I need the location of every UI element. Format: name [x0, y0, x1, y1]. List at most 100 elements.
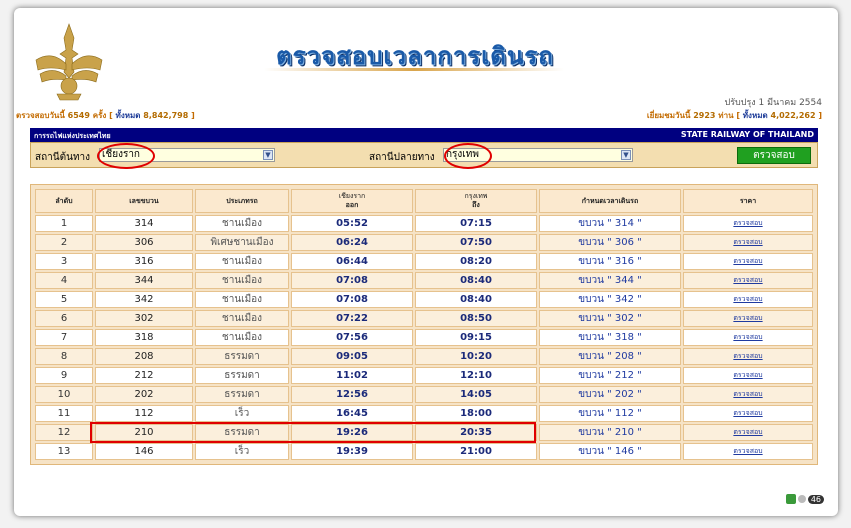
origin-label: สถานีต้นทาง: [35, 152, 91, 163]
chevron-down-icon[interactable]: ▼: [621, 150, 631, 160]
status-dot-icon: [797, 495, 806, 503]
cell-schedule-link[interactable]: ขบวน " 318 ": [539, 329, 681, 346]
cell-seq: 13: [35, 443, 93, 460]
last-updated: ปรับปรุง 1 มีนาคม 2554: [724, 98, 822, 108]
visitors-unit: ท่าน: [718, 111, 734, 120]
cell-train-no: 208: [95, 348, 193, 365]
org-name-english: STATE RAILWAY OF THAILAND: [680, 130, 814, 139]
table-row: 9 212 ธรรมดา 11:02 12:10 ขบวน " 212 " ตรวจสอบ: [35, 367, 813, 384]
table-row: 3 316 ชานเมือง 06:44 08:20 ขบวน " 316 " ตรวจสอ…: [35, 253, 813, 270]
cell-depart: 05:52: [291, 215, 413, 232]
cell-price-link[interactable]: ตรวจสอบ: [683, 215, 813, 232]
table-row: 11 112 เร็ว 16:45 18:00 ขบวน " 112 " ตรวจสอบ: [35, 405, 813, 422]
cell-schedule-link[interactable]: ขบวน " 316 ": [539, 253, 681, 270]
cell-price-link[interactable]: ตรวจสอบ: [683, 386, 813, 403]
org-header-bar: การรถไฟแห่งประเทศไทย STATE RAILWAY OF TH…: [30, 128, 818, 142]
cell-price-link[interactable]: ตรวจสอบ: [683, 291, 813, 308]
cell-schedule-link[interactable]: ขบวน " 306 ": [539, 234, 681, 251]
table-row: 7 318 ชานเมือง 07:56 09:15 ขบวน " 318 " ตรวจสอ…: [35, 329, 813, 346]
header-arrive-label: ถึง: [472, 201, 480, 209]
cell-depart: 09:05: [291, 348, 413, 365]
cell-price-link[interactable]: ตรวจสอบ: [683, 443, 813, 460]
checks-prefix: ตรวจสอบวันนี้: [16, 111, 65, 120]
table-row: 13 146 เร็ว 19:39 21:00 ขบวน " 146 " ตรวจสอบ: [35, 443, 813, 460]
cell-depart: 06:24: [291, 234, 413, 251]
cell-schedule-link[interactable]: ขบวน " 208 ": [539, 348, 681, 365]
cell-price-link[interactable]: ตรวจสอบ: [683, 405, 813, 422]
cell-schedule-link[interactable]: ขบวน " 112 ": [539, 405, 681, 422]
chevron-down-icon[interactable]: ▼: [263, 150, 273, 160]
cell-schedule-link[interactable]: ขบวน " 202 ": [539, 386, 681, 403]
cell-arrive: 08:40: [415, 291, 537, 308]
cell-type: ชานเมือง: [195, 272, 289, 289]
counter-value: 46: [807, 494, 824, 504]
table-row: 4 344 ชานเมือง 07:08 08:40 ขบวน " 344 " ตรวจสอ…: [35, 272, 813, 289]
checks-total-label: ทั้งหมด: [115, 111, 141, 120]
cell-seq: 10: [35, 386, 93, 403]
cell-train-no: 342: [95, 291, 193, 308]
destination-highlight-ring: [444, 143, 492, 169]
cell-train-no: 202: [95, 386, 193, 403]
cell-depart: 19:39: [291, 443, 413, 460]
cell-depart: 07:08: [291, 291, 413, 308]
table-row: 1 314 ชานเมือง 05:52 07:15 ขบวน " 314 " ตรวจสอ…: [35, 215, 813, 232]
cell-train-no: 316: [95, 253, 193, 270]
cell-price-link[interactable]: ตรวจสอบ: [683, 348, 813, 365]
page-frame: ตรวจสอบเวลาการเดินรถ ปรับปรุง 1 มีนาคม 2…: [14, 8, 838, 516]
header-seq: ลำดับ: [35, 189, 93, 213]
destination-label: สถานีปลายทาง: [369, 152, 435, 163]
cell-seq: 8: [35, 348, 93, 365]
cell-depart: 07:08: [291, 272, 413, 289]
cell-schedule-link[interactable]: ขบวน " 302 ": [539, 310, 681, 327]
cell-seq: 9: [35, 367, 93, 384]
table-header-row: ลำดับ เลขขบวน ประเภทรถ เชียงราก ออก กรุง…: [35, 189, 813, 213]
cell-seq: 11: [35, 405, 93, 422]
cell-type: ชานเมือง: [195, 310, 289, 327]
table-row: 5 342 ชานเมือง 07:08 08:40 ขบวน " 342 " ตรวจสอ…: [35, 291, 813, 308]
cell-type: ชานเมือง: [195, 329, 289, 346]
cell-price-link[interactable]: ตรวจสอบ: [683, 310, 813, 327]
cell-arrive: 21:00: [415, 443, 537, 460]
srt-logo-icon: [35, 23, 103, 101]
cell-seq: 6: [35, 310, 93, 327]
header-train-no: เลขขบวน: [95, 189, 193, 213]
cell-schedule-link[interactable]: ขบวน " 344 ": [539, 272, 681, 289]
header-depart-label: ออก: [345, 201, 359, 209]
cell-schedule-link[interactable]: ขบวน " 146 ": [539, 443, 681, 460]
cell-depart: 07:56: [291, 329, 413, 346]
cell-depart: 07:22: [291, 310, 413, 327]
cell-price-link[interactable]: ตรวจสอบ: [683, 329, 813, 346]
title-divider: [264, 68, 564, 71]
cell-price-link[interactable]: ตรวจสอบ: [683, 234, 813, 251]
cell-type: เร็ว: [195, 443, 289, 460]
cell-seq: 2: [35, 234, 93, 251]
cell-price-link[interactable]: ตรวจสอบ: [683, 367, 813, 384]
cell-schedule-link[interactable]: ขบวน " 342 ": [539, 291, 681, 308]
cell-arrive: 08:50: [415, 310, 537, 327]
cell-depart: 16:45: [291, 405, 413, 422]
cell-schedule-link[interactable]: ขบวน " 212 ": [539, 367, 681, 384]
table-row: 10 202 ธรรมดา 12:56 14:05 ขบวน " 202 " ตรวจสอบ: [35, 386, 813, 403]
visitor-counter: เยี่ยมชมวันนี้ 2923 ท่าน [ ทั้งหมด 4,022…: [646, 111, 822, 120]
cell-price-link[interactable]: ตรวจสอบ: [683, 424, 813, 441]
cell-depart: 11:02: [291, 367, 413, 384]
cell-arrive: 12:10: [415, 367, 537, 384]
cell-arrive: 07:15: [415, 215, 537, 232]
cell-train-no: 302: [95, 310, 193, 327]
cell-schedule-link[interactable]: ขบวน " 314 ": [539, 215, 681, 232]
checks-unit: ครั้ง: [92, 111, 107, 120]
selected-row-highlight: [90, 422, 536, 443]
cell-arrive: 10:20: [415, 348, 537, 365]
checks-total: 8,842,798: [143, 111, 189, 120]
cell-price-link[interactable]: ตรวจสอบ: [683, 272, 813, 289]
check-button[interactable]: ตรวจสอบ: [737, 147, 811, 164]
visitors-today: 2923: [693, 111, 716, 120]
cell-schedule-link[interactable]: ขบวน " 210 ": [539, 424, 681, 441]
cell-train-no: 112: [95, 405, 193, 422]
cell-arrive: 14:05: [415, 386, 537, 403]
cell-price-link[interactable]: ตรวจสอบ: [683, 253, 813, 270]
cell-depart: 12:56: [291, 386, 413, 403]
cell-type: ธรรมดา: [195, 367, 289, 384]
table-row: 6 302 ชานเมือง 07:22 08:50 ขบวน " 302 " ตรวจสอ…: [35, 310, 813, 327]
cell-seq: 1: [35, 215, 93, 232]
